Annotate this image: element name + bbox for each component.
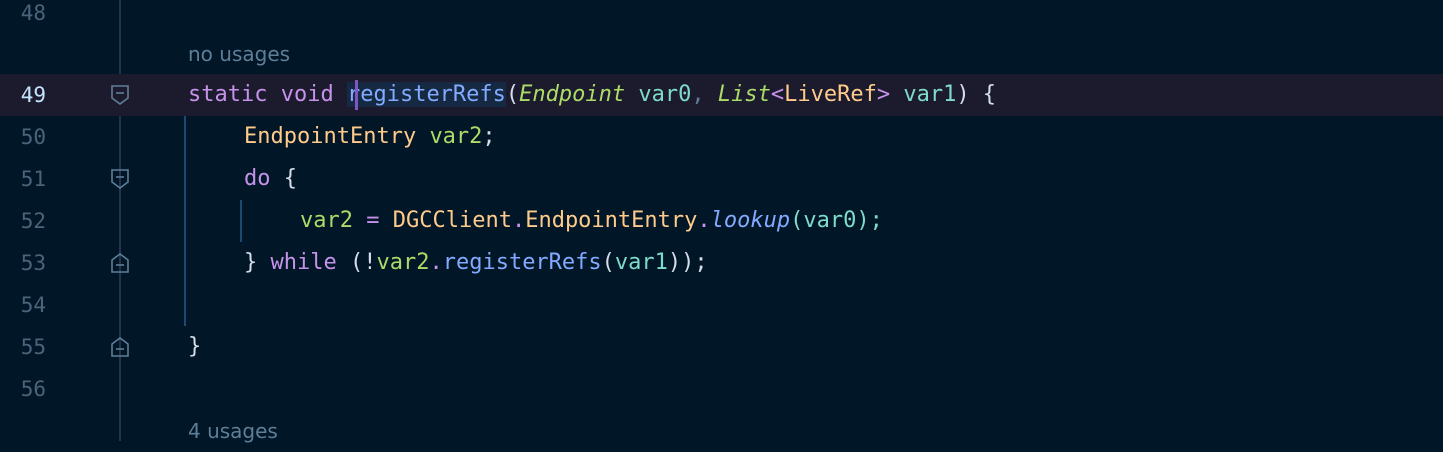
code-line-50[interactable]: 50 EndpointEntry var2;	[0, 116, 1443, 158]
usages-hint[interactable]: 4 usages	[188, 410, 278, 452]
code-text: static void registerRefs(Endpoint var0, …	[188, 82, 997, 107]
text-caret	[355, 80, 358, 110]
code-text: do {	[244, 166, 297, 191]
line-number: 53	[20, 251, 46, 275]
fold-end-icon[interactable]	[110, 337, 130, 357]
line-number: 51	[20, 167, 46, 191]
line-number: 48	[20, 1, 46, 25]
line-number: 49	[20, 83, 46, 107]
code-editor[interactable]: 48 no usages 49 static void registerRefs…	[0, 0, 1443, 443]
usages-hint[interactable]: no usages	[188, 33, 290, 75]
code-text: }	[188, 334, 202, 359]
code-line-51[interactable]: 51 do {	[0, 158, 1443, 200]
method-name: registerRefs	[346, 82, 506, 107]
code-line-54[interactable]: 54	[0, 284, 1443, 326]
code-line-53[interactable]: 53 } while (!var2.registerRefs(var1));	[0, 242, 1443, 284]
code-text: EndpointEntry var2;	[244, 124, 496, 149]
line-number: 50	[20, 125, 46, 149]
code-line-52[interactable]: 52 var2 = DGCClient.EndpointEntry.lookup…	[0, 200, 1443, 242]
line-number: 55	[20, 335, 46, 359]
code-line-55[interactable]: 55 }	[0, 326, 1443, 368]
code-text: } while (!var2.registerRefs(var1));	[244, 250, 708, 275]
line-number: 52	[20, 209, 46, 233]
code-line-56[interactable]: 56	[0, 368, 1443, 410]
code-text: var2 = DGCClient.EndpointEntry.lookup(va…	[300, 208, 883, 233]
line-number: 54	[20, 293, 46, 317]
line-number: 56	[20, 377, 46, 401]
fold-collapse-icon[interactable]	[110, 169, 130, 189]
code-line-48[interactable]: 48	[0, 0, 1443, 34]
fold-collapse-icon[interactable]	[110, 85, 130, 105]
code-line-49[interactable]: 49 static void registerRefs(Endpoint var…	[0, 74, 1443, 116]
fold-end-icon[interactable]	[110, 253, 130, 273]
